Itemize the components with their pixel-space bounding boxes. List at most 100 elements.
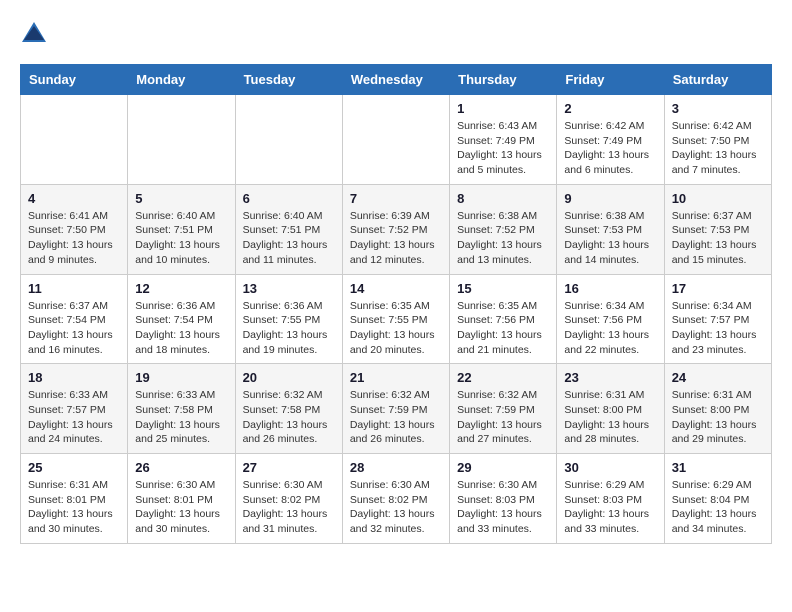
day-info: Sunrise: 6:37 AM Sunset: 7:53 PM Dayligh… <box>672 209 764 268</box>
day-number: 24 <box>672 370 764 385</box>
calendar-cell: 31 Sunrise: 6:29 AM Sunset: 8:04 PM Dayli… <box>664 454 771 544</box>
day-number: 12 <box>135 281 227 296</box>
calendar-cell: 14 Sunrise: 6:35 AM Sunset: 7:55 PM Dayli… <box>342 274 449 364</box>
day-info: Sunrise: 6:38 AM Sunset: 7:53 PM Dayligh… <box>564 209 656 268</box>
calendar-cell: 27Sunrise: 6:30 AM Sunset: 8:02 PM Dayli… <box>235 454 342 544</box>
weekday-header: Saturday <box>664 65 771 95</box>
day-info: Sunrise: 6:31 AM Sunset: 8:00 PM Dayligh… <box>564 388 656 447</box>
day-info: Sunrise: 6:38 AM Sunset: 7:52 PM Dayligh… <box>457 209 549 268</box>
calendar-cell: 1Sunrise: 6:43 AM Sunset: 7:49 PM Daylig… <box>450 95 557 185</box>
weekday-header: Sunday <box>21 65 128 95</box>
day-info: Sunrise: 6:34 AM Sunset: 7:56 PM Dayligh… <box>564 299 656 358</box>
day-info: Sunrise: 6:31 AM Sunset: 8:01 PM Dayligh… <box>28 478 120 537</box>
day-number: 17 <box>672 281 764 296</box>
day-info: Sunrise: 6:35 AM Sunset: 7:55 PM Dayligh… <box>350 299 442 358</box>
day-info: Sunrise: 6:40 AM Sunset: 7:51 PM Dayligh… <box>135 209 227 268</box>
day-info: Sunrise: 6:32 AM Sunset: 7:59 PM Dayligh… <box>350 388 442 447</box>
calendar-body: 1Sunrise: 6:43 AM Sunset: 7:49 PM Daylig… <box>21 95 772 544</box>
day-info: Sunrise: 6:30 AM Sunset: 8:01 PM Dayligh… <box>135 478 227 537</box>
day-info: Sunrise: 6:33 AM Sunset: 7:57 PM Dayligh… <box>28 388 120 447</box>
calendar-week-row: 25 Sunrise: 6:31 AM Sunset: 8:01 PM Dayli… <box>21 454 772 544</box>
calendar-week-row: 1Sunrise: 6:43 AM Sunset: 7:49 PM Daylig… <box>21 95 772 185</box>
calendar-cell <box>21 95 128 185</box>
day-info: Sunrise: 6:37 AM Sunset: 7:54 PM Dayligh… <box>28 299 120 358</box>
day-number: 20 <box>243 370 335 385</box>
day-number: 21 <box>350 370 442 385</box>
day-info: Sunrise: 6:36 AM Sunset: 7:54 PM Dayligh… <box>135 299 227 358</box>
day-number: 27 <box>243 460 335 475</box>
day-info: Sunrise: 6:35 AM Sunset: 7:56 PM Dayligh… <box>457 299 549 358</box>
calendar-cell: 26 Sunrise: 6:30 AM Sunset: 8:01 PM Dayli… <box>128 454 235 544</box>
day-number: 23 <box>564 370 656 385</box>
day-number: 29 <box>457 460 549 475</box>
day-number: 31 <box>672 460 764 475</box>
calendar-cell: 28 Sunrise: 6:30 AM Sunset: 8:02 PM Dayli… <box>342 454 449 544</box>
weekday-header: Monday <box>128 65 235 95</box>
day-number: 13 <box>243 281 335 296</box>
page-header <box>20 20 772 48</box>
logo <box>20 20 50 48</box>
day-number: 14 <box>350 281 442 296</box>
calendar-cell: 12 Sunrise: 6:36 AM Sunset: 7:54 PM Dayli… <box>128 274 235 364</box>
calendar-cell: 29Sunrise: 6:30 AM Sunset: 8:03 PM Dayli… <box>450 454 557 544</box>
day-number: 22 <box>457 370 549 385</box>
calendar-cell <box>128 95 235 185</box>
calendar-cell: 13 Sunrise: 6:36 AM Sunset: 7:55 PM Dayli… <box>235 274 342 364</box>
day-number: 25 <box>28 460 120 475</box>
day-number: 10 <box>672 191 764 206</box>
weekday-header: Thursday <box>450 65 557 95</box>
calendar-cell: 8Sunrise: 6:38 AM Sunset: 7:52 PM Daylig… <box>450 184 557 274</box>
day-info: Sunrise: 6:34 AM Sunset: 7:57 PM Dayligh… <box>672 299 764 358</box>
calendar-cell: 3 Sunrise: 6:42 AM Sunset: 7:50 PM Daylig… <box>664 95 771 185</box>
day-number: 3 <box>672 101 764 116</box>
day-info: Sunrise: 6:30 AM Sunset: 8:02 PM Dayligh… <box>350 478 442 537</box>
calendar-cell: 18 Sunrise: 6:33 AM Sunset: 7:57 PM Dayli… <box>21 364 128 454</box>
day-info: Sunrise: 6:29 AM Sunset: 8:03 PM Dayligh… <box>564 478 656 537</box>
calendar-week-row: 18 Sunrise: 6:33 AM Sunset: 7:57 PM Dayli… <box>21 364 772 454</box>
calendar-header: SundayMondayTuesdayWednesdayThursdayFrid… <box>21 65 772 95</box>
calendar-cell: 2 Sunrise: 6:42 AM Sunset: 7:49 PM Daylig… <box>557 95 664 185</box>
day-info: Sunrise: 6:39 AM Sunset: 7:52 PM Dayligh… <box>350 209 442 268</box>
day-number: 16 <box>564 281 656 296</box>
weekday-row: SundayMondayTuesdayWednesdayThursdayFrid… <box>21 65 772 95</box>
day-info: Sunrise: 6:32 AM Sunset: 7:58 PM Dayligh… <box>243 388 335 447</box>
day-number: 6 <box>243 191 335 206</box>
calendar-cell: 4Sunrise: 6:41 AM Sunset: 7:50 PM Daylig… <box>21 184 128 274</box>
day-number: 9 <box>564 191 656 206</box>
calendar-cell: 19Sunrise: 6:33 AM Sunset: 7:58 PM Dayli… <box>128 364 235 454</box>
weekday-header: Friday <box>557 65 664 95</box>
calendar-cell: 9 Sunrise: 6:38 AM Sunset: 7:53 PM Daylig… <box>557 184 664 274</box>
weekday-header: Tuesday <box>235 65 342 95</box>
day-number: 26 <box>135 460 227 475</box>
calendar-cell: 17 Sunrise: 6:34 AM Sunset: 7:57 PM Dayli… <box>664 274 771 364</box>
day-info: Sunrise: 6:36 AM Sunset: 7:55 PM Dayligh… <box>243 299 335 358</box>
day-number: 30 <box>564 460 656 475</box>
calendar-cell: 15 Sunrise: 6:35 AM Sunset: 7:56 PM Dayli… <box>450 274 557 364</box>
day-info: Sunrise: 6:29 AM Sunset: 8:04 PM Dayligh… <box>672 478 764 537</box>
day-info: Sunrise: 6:41 AM Sunset: 7:50 PM Dayligh… <box>28 209 120 268</box>
day-info: Sunrise: 6:32 AM Sunset: 7:59 PM Dayligh… <box>457 388 549 447</box>
calendar-cell: 20 Sunrise: 6:32 AM Sunset: 7:58 PM Dayli… <box>235 364 342 454</box>
calendar-cell: 23 Sunrise: 6:31 AM Sunset: 8:00 PM Dayli… <box>557 364 664 454</box>
calendar-cell: 10 Sunrise: 6:37 AM Sunset: 7:53 PM Dayli… <box>664 184 771 274</box>
day-number: 11 <box>28 281 120 296</box>
day-number: 18 <box>28 370 120 385</box>
calendar-cell: 5 Sunrise: 6:40 AM Sunset: 7:51 PM Daylig… <box>128 184 235 274</box>
day-info: Sunrise: 6:42 AM Sunset: 7:50 PM Dayligh… <box>672 119 764 178</box>
day-number: 2 <box>564 101 656 116</box>
day-number: 5 <box>135 191 227 206</box>
calendar-cell: 24Sunrise: 6:31 AM Sunset: 8:00 PM Dayli… <box>664 364 771 454</box>
day-number: 15 <box>457 281 549 296</box>
calendar-cell <box>235 95 342 185</box>
calendar-cell: 21 Sunrise: 6:32 AM Sunset: 7:59 PM Dayli… <box>342 364 449 454</box>
calendar-table: SundayMondayTuesdayWednesdayThursdayFrid… <box>20 64 772 544</box>
calendar-cell: 11 Sunrise: 6:37 AM Sunset: 7:54 PM Dayli… <box>21 274 128 364</box>
day-number: 19 <box>135 370 227 385</box>
calendar-cell <box>342 95 449 185</box>
day-number: 7 <box>350 191 442 206</box>
day-info: Sunrise: 6:42 AM Sunset: 7:49 PM Dayligh… <box>564 119 656 178</box>
day-number: 28 <box>350 460 442 475</box>
calendar-week-row: 4Sunrise: 6:41 AM Sunset: 7:50 PM Daylig… <box>21 184 772 274</box>
day-info: Sunrise: 6:40 AM Sunset: 7:51 PM Dayligh… <box>243 209 335 268</box>
calendar-cell: 25 Sunrise: 6:31 AM Sunset: 8:01 PM Dayli… <box>21 454 128 544</box>
